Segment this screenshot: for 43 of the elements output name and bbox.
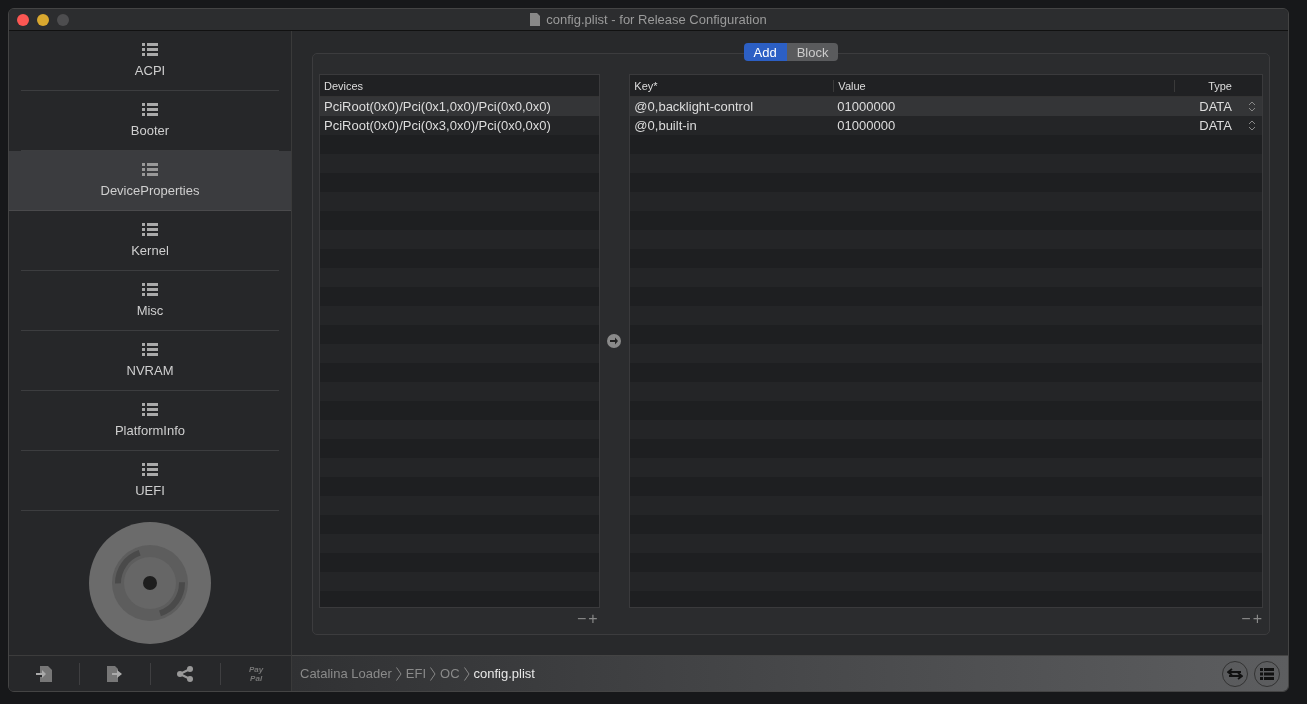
list-icon xyxy=(142,463,158,477)
add-button[interactable]: + xyxy=(1251,611,1263,627)
sidebar-item[interactable]: ACPI xyxy=(21,31,279,91)
list-icon xyxy=(142,403,158,417)
list-icon xyxy=(142,283,158,297)
sidebar-item[interactable]: DeviceProperties xyxy=(9,151,291,211)
sidebar-item[interactable]: PlatformInfo xyxy=(21,391,279,451)
sidebar-item[interactable]: Kernel xyxy=(21,211,279,271)
list-icon xyxy=(142,43,158,57)
chevron-icon xyxy=(395,666,402,681)
stepper-icon[interactable] xyxy=(1248,120,1256,131)
chevron-icon xyxy=(430,666,437,681)
sidebar-item[interactable]: UEFI xyxy=(21,451,279,511)
add-button[interactable]: + xyxy=(587,611,599,627)
close-button[interactable] xyxy=(17,13,29,26)
sidebar-item[interactable]: NVRAM xyxy=(21,331,279,391)
stepper-icon[interactable] xyxy=(1248,101,1256,112)
path-item[interactable]: Catalina Loader xyxy=(300,666,392,681)
swap-arrows-icon xyxy=(1227,667,1243,680)
segment-tab[interactable]: Add xyxy=(743,43,787,61)
share-icon[interactable] xyxy=(177,665,194,682)
chevron-icon xyxy=(463,666,470,681)
property-row[interactable]: @0,backlight-control 01000000 DATA xyxy=(630,97,1262,116)
list-icon xyxy=(1260,667,1274,680)
minimize-button[interactable] xyxy=(37,13,49,26)
column-header[interactable]: Type xyxy=(1174,79,1262,92)
remove-button[interactable]: − xyxy=(576,611,588,627)
export-icon[interactable] xyxy=(106,665,123,682)
arrow-right-icon[interactable] xyxy=(607,334,622,348)
import-icon[interactable] xyxy=(35,665,52,682)
segment-tab[interactable]: Block xyxy=(786,43,839,61)
remove-button[interactable]: − xyxy=(1240,611,1252,627)
path-item[interactable]: config.plist xyxy=(473,666,535,681)
sidebar-item[interactable]: Misc xyxy=(21,271,279,331)
list-icon xyxy=(142,223,158,237)
device-row[interactable]: PciRoot(0x0)/Pci(0x1,0x0)/Pci(0x0,0x0) xyxy=(320,97,599,116)
column-header[interactable]: Value xyxy=(833,79,1174,92)
window-title: config.plist - for Release Configuration xyxy=(546,12,767,27)
list-icon xyxy=(142,103,158,117)
document-icon xyxy=(530,13,541,26)
list-icon xyxy=(142,163,158,177)
column-header[interactable]: Key* xyxy=(630,79,834,92)
list-icon xyxy=(142,343,158,357)
